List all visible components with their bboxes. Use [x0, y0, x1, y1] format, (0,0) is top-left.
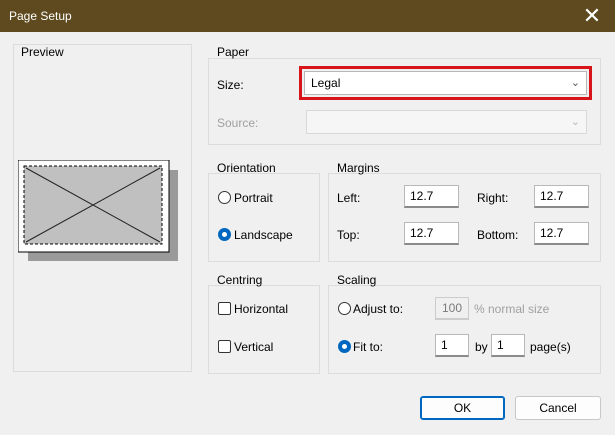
landscape-label[interactable]: Landscape — [234, 228, 293, 242]
centring-group — [208, 285, 320, 374]
size-dropdown-highlight — [299, 66, 592, 100]
source-label: Source: — [217, 116, 259, 130]
scaling-title: Scaling — [337, 273, 377, 287]
landscape-radio[interactable] — [218, 228, 231, 241]
margins-title: Margins — [337, 161, 380, 175]
preview-title: Preview — [21, 45, 64, 59]
right-margin-input[interactable]: 12.7 — [534, 185, 589, 208]
page-preview-image — [18, 160, 178, 261]
by-label: by — [475, 340, 488, 354]
chevron-down-icon: ⌄ — [570, 116, 580, 128]
title-bar: Page Setup ✕ — [0, 0, 615, 32]
portrait-radio[interactable] — [218, 191, 231, 204]
vertical-checkbox[interactable] — [218, 340, 231, 353]
cancel-button[interactable]: Cancel — [515, 396, 601, 420]
paper-source-dropdown[interactable]: ⌄ — [306, 110, 587, 134]
paper-title: Paper — [217, 45, 250, 59]
portrait-label[interactable]: Portrait — [234, 191, 273, 205]
adjust-to-input[interactable]: 100 — [435, 297, 469, 320]
page-setup-dialog: Page Setup ✕ Preview Paper Size: Legal ⌄… — [0, 0, 615, 435]
orientation-group — [208, 173, 320, 262]
top-margin-input[interactable]: 12.7 — [404, 222, 459, 245]
fit-to-label[interactable]: Fit to: — [353, 340, 383, 354]
fit-wide-input[interactable]: 1 — [435, 334, 469, 357]
close-icon: ✕ — [582, 3, 602, 28]
ok-button[interactable]: OK — [420, 396, 505, 420]
adjust-to-label[interactable]: Adjust to: — [353, 302, 403, 316]
bottom-margin-input[interactable]: 12.7 — [534, 222, 589, 245]
close-button[interactable]: ✕ — [569, 0, 615, 32]
horizontal-label[interactable]: Horizontal — [234, 302, 288, 316]
normal-size-label: % normal size — [474, 302, 550, 316]
orientation-title: Orientation — [217, 161, 276, 175]
window-title: Page Setup — [9, 9, 72, 23]
fit-tall-input[interactable]: 1 — [491, 334, 525, 357]
adjust-to-radio[interactable] — [338, 302, 351, 315]
left-margin-label: Left: — [337, 191, 361, 205]
left-margin-input[interactable]: 12.7 — [404, 185, 459, 208]
fit-to-radio[interactable] — [338, 340, 351, 353]
centring-title: Centring — [217, 273, 263, 287]
horizontal-checkbox[interactable] — [218, 302, 231, 315]
vertical-label[interactable]: Vertical — [234, 340, 273, 354]
bottom-margin-label: Bottom: — [477, 228, 519, 242]
pages-label: page(s) — [530, 340, 571, 354]
top-margin-label: Top: — [337, 228, 360, 242]
right-margin-label: Right: — [477, 191, 509, 205]
size-label: Size: — [217, 78, 244, 92]
